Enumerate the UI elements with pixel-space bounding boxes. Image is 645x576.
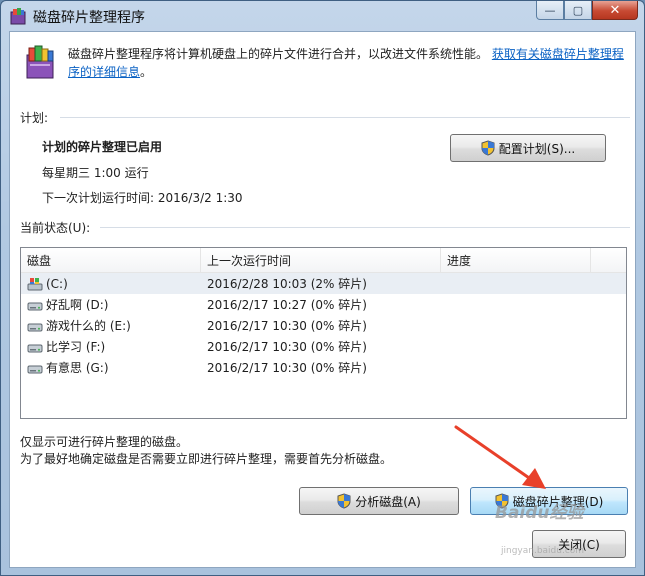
close-window-button[interactable]: ✕ xyxy=(592,1,638,20)
configure-schedule-label: 配置计划(S)... xyxy=(498,141,576,156)
baidu-watermark-url: jingyan.baidu.com xyxy=(501,546,585,556)
defrag-window: 磁盘碎片整理程序 — ▢ ✕ 磁盘碎片整理程序将计算机硬盘上的碎片文件进行合并，… xyxy=(0,0,645,576)
drive-icon xyxy=(27,302,43,310)
disk-cell: 比学习 (F:) xyxy=(21,338,201,355)
link-suffix: 。 xyxy=(140,65,153,79)
status-separator xyxy=(100,227,630,228)
disk-list[interactable]: 磁盘 上一次运行时间 进度 (C:) 2016/2/28 10:03 (2% 碎… xyxy=(20,247,627,419)
disk-name: (C:) xyxy=(46,276,68,291)
last-run-cell: 2016/2/28 10:03 (2% 碎片) xyxy=(207,277,367,291)
status-section-label: 当前状态(U): xyxy=(20,221,91,235)
defrag-app-icon xyxy=(10,8,26,25)
defrag-header-icon xyxy=(26,45,54,79)
column-header-last-run[interactable]: 上一次运行时间 xyxy=(201,248,441,272)
drive-icon xyxy=(27,365,43,373)
disk-row-d[interactable]: 好乱啊 (D:) 2016/2/17 10:27 (0% 碎片) xyxy=(21,294,626,315)
disk-name: 好乱啊 (D:) xyxy=(46,298,109,312)
disk-row-c[interactable]: (C:) 2016/2/28 10:03 (2% 碎片) xyxy=(21,273,626,294)
maximize-button[interactable]: ▢ xyxy=(564,1,592,20)
caption-buttons: — ▢ ✕ xyxy=(536,1,638,21)
uac-shield-icon xyxy=(481,140,495,156)
uac-shield-icon xyxy=(337,493,351,509)
drive-icon xyxy=(27,344,43,352)
system-drive-icon xyxy=(27,277,43,290)
drive-icon xyxy=(27,323,43,331)
last-run-cell: 2016/2/17 10:27 (0% 碎片) xyxy=(207,298,367,312)
analyze-disk-button[interactable]: 分析磁盘(A) xyxy=(299,487,459,515)
configure-schedule-button[interactable]: 配置计划(S)... xyxy=(450,134,606,162)
disk-cell: (C:) xyxy=(21,277,201,291)
schedule-status: 计划的碎片整理已启用 xyxy=(42,140,163,154)
baidu-watermark: Baidu经验 xyxy=(495,503,584,523)
disk-name: 有意思 (G:) xyxy=(46,361,109,375)
disk-list-header: 磁盘 上一次运行时间 进度 xyxy=(21,248,626,273)
schedule-frequency: 每星期三 1:00 运行 xyxy=(42,166,149,180)
last-run-cell: 2016/2/17 10:30 (0% 碎片) xyxy=(207,361,367,375)
description-text: 磁盘碎片整理程序将计算机硬盘上的碎片文件进行合并，以改进文件系统性能。 xyxy=(68,47,489,61)
disk-row-e[interactable]: 游戏什么的 (E:) 2016/2/17 10:30 (0% 碎片) xyxy=(21,315,626,336)
disk-cell: 有意思 (G:) xyxy=(21,359,201,376)
last-run-cell: 2016/2/17 10:30 (0% 碎片) xyxy=(207,340,367,354)
dialog-content: 磁盘碎片整理程序将计算机硬盘上的碎片文件进行合并，以改进文件系统性能。 获取有关… xyxy=(9,31,636,568)
note-line-2: 为了最好地确定磁盘是否需要立即进行碎片整理，需要首先分析磁盘。 xyxy=(20,452,393,466)
disk-cell: 好乱啊 (D:) xyxy=(21,296,201,313)
header-description: 磁盘碎片整理程序将计算机硬盘上的碎片文件进行合并，以改进文件系统性能。 获取有关… xyxy=(68,45,628,81)
disk-row-f[interactable]: 比学习 (F:) 2016/2/17 10:30 (0% 碎片) xyxy=(21,336,626,357)
analyze-disk-label: 分析磁盘(A) xyxy=(355,494,421,509)
minimize-button[interactable]: — xyxy=(536,1,564,20)
last-run-cell: 2016/2/17 10:30 (0% 碎片) xyxy=(207,319,367,333)
column-header-disk[interactable]: 磁盘 xyxy=(21,248,201,272)
disk-cell: 游戏什么的 (E:) xyxy=(21,317,201,334)
window-title: 磁盘碎片整理程序 xyxy=(33,10,145,26)
disk-name: 游戏什么的 (E:) xyxy=(46,319,131,333)
schedule-next-run: 下一次计划运行时间: 2016/3/2 1:30 xyxy=(42,191,243,205)
disk-row-g[interactable]: 有意思 (G:) 2016/2/17 10:30 (0% 碎片) xyxy=(21,357,626,378)
column-header-progress[interactable]: 进度 xyxy=(441,248,591,272)
schedule-separator xyxy=(60,117,630,118)
title-bar[interactable]: 磁盘碎片整理程序 — ▢ ✕ xyxy=(1,1,644,31)
schedule-section-label: 计划: xyxy=(20,111,49,125)
disk-name: 比学习 (F:) xyxy=(46,340,106,354)
note-line-1: 仅显示可进行碎片整理的磁盘。 xyxy=(20,435,189,449)
